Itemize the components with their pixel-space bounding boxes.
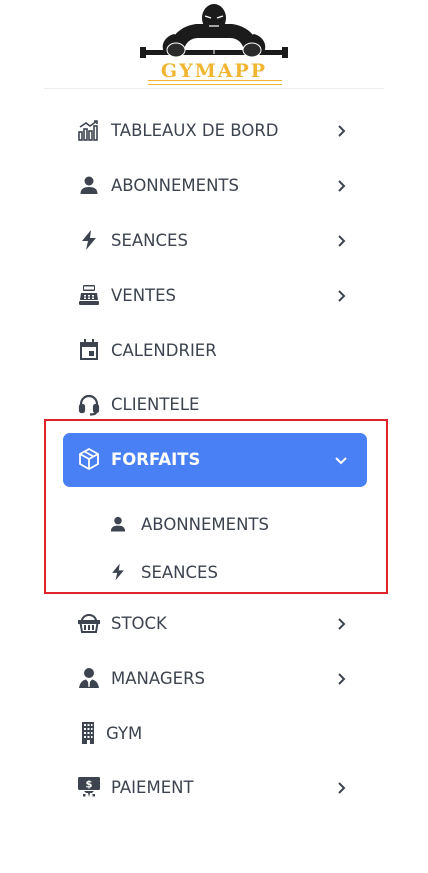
- menu-label: CLIENTELE: [111, 395, 200, 414]
- logo-text: GYMAPP: [160, 60, 268, 82]
- chevron-right-icon: [338, 125, 346, 137]
- chevron-right-icon: [338, 782, 346, 794]
- payment-icon: $: [77, 775, 103, 801]
- menu-label: ABONNEMENTS: [111, 176, 239, 195]
- headset-icon: [77, 392, 103, 418]
- basket-icon: [77, 611, 103, 637]
- svg-text:$: $: [86, 780, 93, 791]
- chevron-right-icon: [338, 673, 346, 685]
- bodybuilder-logo-icon: [140, 4, 288, 58]
- building-icon: [77, 721, 103, 747]
- menu-label: PAIEMENT: [111, 778, 194, 797]
- menu-item-stock[interactable]: STOCK: [63, 604, 367, 644]
- menu-item-calendrier[interactable]: CALENDRIER: [63, 331, 367, 371]
- chevron-right-icon: [338, 290, 346, 302]
- highlight-box: [44, 419, 388, 594]
- menu-item-gym[interactable]: GYM: [63, 714, 367, 754]
- menu-label: TABLEAUX DE BORD: [111, 121, 279, 140]
- menu-item-abonnements[interactable]: ABONNEMENTS: [63, 166, 367, 206]
- menu-item-ventes[interactable]: VENTES: [63, 276, 367, 316]
- menu-label: VENTES: [111, 286, 177, 305]
- menu-label: STOCK: [111, 614, 167, 633]
- chevron-right-icon: [338, 235, 346, 247]
- bolt-icon: [77, 228, 103, 254]
- user-icon: [77, 173, 103, 199]
- logo-divider: [44, 88, 384, 89]
- menu-item-seances[interactable]: SEANCES: [63, 221, 367, 261]
- cash-register-icon: [77, 283, 103, 309]
- chevron-right-icon: [338, 618, 346, 630]
- menu-label: SEANCES: [111, 231, 188, 250]
- logo-underline: [148, 80, 282, 85]
- chart-icon: [77, 118, 103, 144]
- app-logo[interactable]: GYMAPP: [140, 0, 288, 88]
- menu-label: GYM: [106, 724, 143, 743]
- menu-item-tableaux-de-bord[interactable]: TABLEAUX DE BORD: [63, 111, 367, 151]
- menu-label: CALENDRIER: [111, 341, 217, 360]
- menu-item-managers[interactable]: MANAGERS: [63, 659, 367, 699]
- calendar-icon: [77, 338, 103, 364]
- sidebar: GYMAPP TABLEAUX DE BORD ABONNEMENTS SEAN…: [0, 0, 428, 873]
- menu-item-paiement[interactable]: $ PAIEMENT: [63, 768, 367, 808]
- menu-label: MANAGERS: [111, 669, 206, 688]
- chevron-right-icon: [338, 180, 346, 192]
- manager-icon: [77, 666, 103, 692]
